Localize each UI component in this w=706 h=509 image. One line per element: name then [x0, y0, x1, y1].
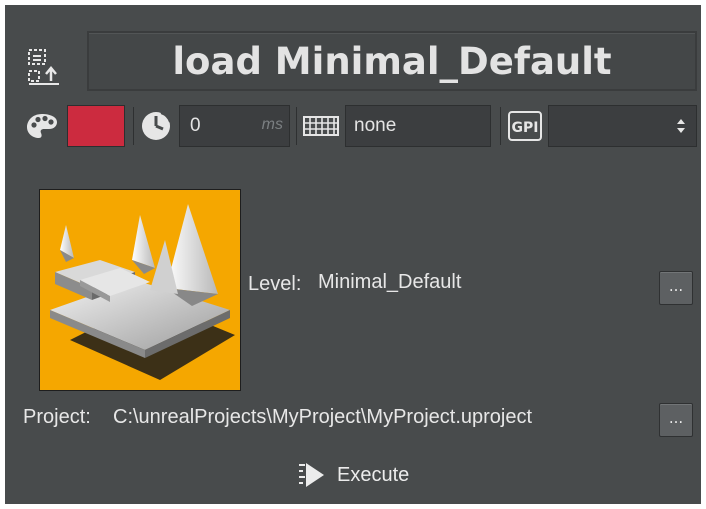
level-thumbnail[interactable] — [39, 189, 241, 391]
gpi-select[interactable] — [548, 105, 697, 147]
toolbar-divider — [296, 107, 297, 145]
toolbar-divider — [133, 107, 134, 145]
clock-icon — [139, 110, 173, 142]
execute-icon — [299, 463, 324, 487]
project-label: Project: — [23, 406, 91, 428]
color-swatch[interactable] — [67, 105, 125, 147]
updown-arrow-icon — [677, 119, 685, 133]
delay-input[interactable]: 0 ms — [179, 105, 290, 147]
toolbar-divider — [500, 107, 501, 145]
unreal-level-icon — [50, 204, 235, 380]
layout-input[interactable]: none — [345, 105, 491, 147]
layout-value: none — [354, 115, 397, 136]
command-panel: load Minimal_Default 0 ms none GPI Level… — [5, 5, 701, 504]
level-value: Minimal_Default — [318, 271, 462, 293]
gpi-icon: GPI — [508, 111, 542, 141]
svg-text:GPI: GPI — [512, 120, 539, 136]
level-label: Level: — [248, 273, 302, 295]
project-path: C:\unrealProjects\MyProject\MyProject.up… — [113, 406, 533, 428]
project-browse-button[interactable]: ... — [659, 403, 693, 437]
delay-unit: ms — [261, 116, 283, 133]
load-scene-icon — [26, 47, 62, 87]
command-title[interactable]: load Minimal_Default — [87, 31, 697, 91]
palette-icon — [25, 111, 59, 141]
level-browse-button[interactable]: ... — [659, 271, 693, 305]
execute-label: Execute — [337, 463, 410, 486]
execute-button[interactable]: Execute — [297, 457, 429, 493]
delay-value: 0 — [190, 115, 201, 136]
keyboard-icon — [303, 115, 339, 137]
